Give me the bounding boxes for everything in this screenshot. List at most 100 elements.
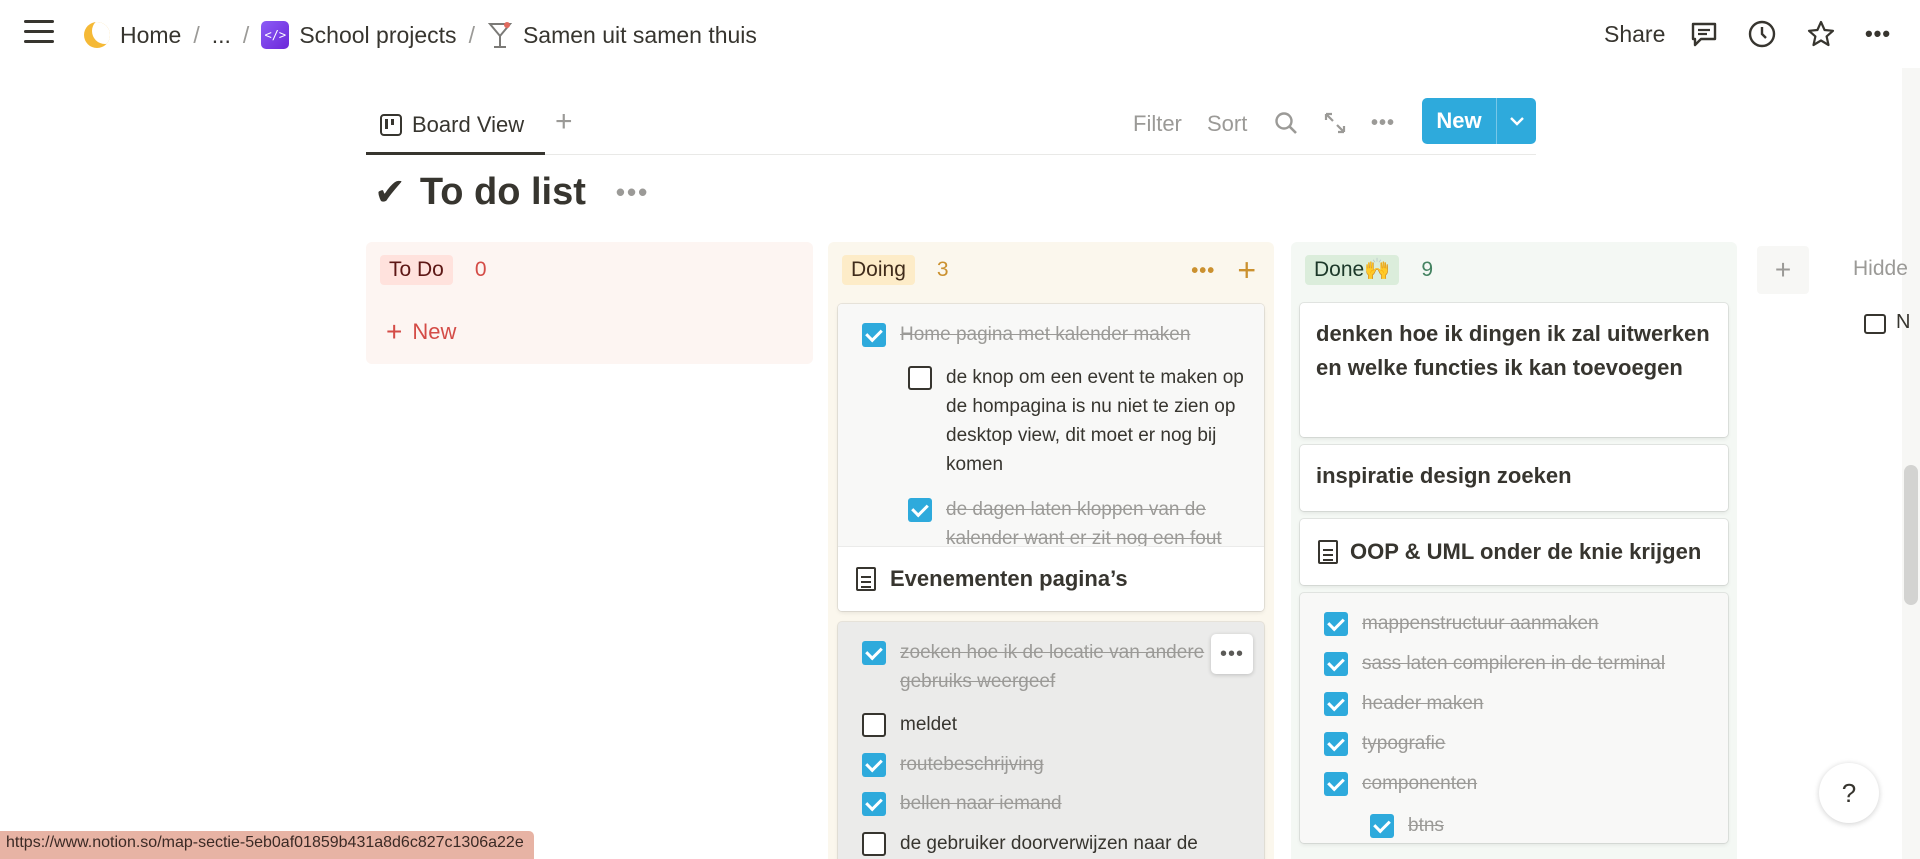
column-doing: Doing 3 ••• + Home pagina met kalender m… <box>828 242 1274 859</box>
column-todo: To Do 0 + New <box>366 242 813 364</box>
share-button[interactable]: Share <box>1604 21 1665 48</box>
breadcrumb-ellipsis[interactable]: ... <box>208 20 235 51</box>
column-todo-new-button[interactable]: + New <box>386 316 456 348</box>
checkmark-icon: ✔ <box>374 172 406 214</box>
column-doing-tools: ••• + <box>1191 252 1256 289</box>
breadcrumb-school-label: School projects <box>299 21 457 48</box>
checkbox[interactable] <box>862 753 886 777</box>
card-evenementen[interactable]: Home pagina met kalender maken de knop o… <box>838 304 1264 611</box>
checklist-item-text: de gebruiker doorverwijzen naar de <box>900 833 1198 854</box>
checklist-item-text: de knop om een event te maken op de homp… <box>946 367 1244 475</box>
checkbox[interactable] <box>1324 652 1348 676</box>
page-title: ✔ To do list ••• <box>374 170 649 215</box>
checkbox[interactable] <box>862 713 886 737</box>
card-title: Evenementen pagina’s <box>890 566 1128 591</box>
column-doing-label[interactable]: Doing <box>842 255 915 285</box>
checklist-item-text: bellen naar iemand <box>900 793 1062 814</box>
checklist-item-text: Home pagina met kalender maken <box>900 324 1191 345</box>
checklist-item: sass laten compileren in de terminal <box>1324 649 1714 678</box>
column-done: Done🙌 9 denken hoe ik dingen ik zal uitw… <box>1291 242 1737 859</box>
checkbox[interactable] <box>1324 732 1348 756</box>
column-doing-count: 3 <box>936 258 949 281</box>
add-view-button[interactable]: + <box>555 105 573 139</box>
checkbox[interactable] <box>1324 692 1348 716</box>
checkbox[interactable] <box>1324 772 1348 796</box>
checklist-item-text: typografie <box>1362 733 1446 754</box>
checklist-item-text: routebeschrijving <box>900 754 1044 775</box>
checkbox[interactable] <box>1324 612 1348 636</box>
breadcrumb: Home / ... / </> School projects / Samen… <box>80 18 761 52</box>
checklist-item-text: zoeken hoe ik de locatie van andere gebr… <box>900 642 1205 692</box>
checkbox[interactable] <box>862 792 886 816</box>
column-todo-label[interactable]: To Do <box>380 255 453 285</box>
column-done-count: 9 <box>1421 258 1434 281</box>
card-oop-uml[interactable]: OOP & UML onder de knie krijgen <box>1300 519 1728 585</box>
checkbox[interactable] <box>908 498 932 522</box>
code-folder-icon: </> <box>261 21 290 49</box>
breadcrumb-page-label: Samen uit samen thuis <box>522 21 757 48</box>
checkbox[interactable] <box>908 366 932 390</box>
checklist-item-text: sass laten compileren in de terminal <box>1362 653 1666 674</box>
card-inspiratie[interactable]: inspiratie design zoeken <box>1300 445 1728 511</box>
hidden-groups-label: Hidde <box>1853 257 1908 280</box>
card-title: denken hoe ik dingen ik zal uitwerken en… <box>1316 321 1710 380</box>
page-scrollbar[interactable] <box>1902 68 1920 859</box>
expand-icon[interactable] <box>1322 110 1348 142</box>
card-map-sectie[interactable]: mappenstructuur aanmaken sass laten comp… <box>1300 593 1728 843</box>
column-done-label[interactable]: Done🙌 <box>1305 255 1400 285</box>
checklist-item-text: btns <box>1408 815 1444 836</box>
search-icon[interactable] <box>1273 110 1299 142</box>
chevron-down-icon[interactable] <box>1496 98 1536 144</box>
menu-icon[interactable] <box>24 20 54 48</box>
breadcrumb-separator: / <box>468 21 475 48</box>
new-button[interactable]: New <box>1422 98 1496 144</box>
card-title: OOP & UML onder de knie krijgen <box>1350 539 1702 564</box>
checklist-item: componenten <box>1324 769 1714 798</box>
filter-button[interactable]: Filter <box>1133 111 1182 137</box>
checkbox[interactable] <box>862 323 886 347</box>
checkbox[interactable] <box>1370 814 1394 838</box>
checklist-item-text: componenten <box>1362 773 1478 794</box>
page-title-text[interactable]: To do list <box>420 171 586 214</box>
cocktail-glass-icon <box>487 22 513 48</box>
document-icon <box>856 567 876 591</box>
star-icon[interactable] <box>1805 18 1837 50</box>
checklist-item: bellen naar iemand <box>862 789 1232 818</box>
inbox-icon <box>1864 314 1886 334</box>
breadcrumb-school-projects[interactable]: </> School projects <box>257 19 460 51</box>
clock-icon[interactable] <box>1746 18 1778 50</box>
checkbox[interactable] <box>862 641 886 665</box>
card-more-button[interactable]: ••• <box>1211 634 1253 674</box>
title-more-icon[interactable]: ••• <box>616 177 649 208</box>
add-group-button[interactable]: + <box>1757 246 1809 294</box>
view-bar: Board View + Filter Sort ••• <box>366 97 1536 155</box>
breadcrumb-home-label: Home <box>120 21 182 48</box>
sort-button[interactable]: Sort <box>1207 111 1247 137</box>
checklist-item: Home pagina met kalender maken <box>862 320 1252 349</box>
view-more-icon[interactable]: ••• <box>1371 112 1395 135</box>
tab-board-view[interactable]: Board View <box>366 97 545 155</box>
checklist-item: typografie <box>1324 729 1714 758</box>
card-denken[interactable]: denken hoe ik dingen ik zal uitwerken en… <box>1300 303 1728 437</box>
document-icon <box>1318 540 1338 564</box>
checklist-item: mappenstructuur aanmaken <box>1324 609 1714 638</box>
breadcrumb-current-page[interactable]: Samen uit samen thuis <box>483 18 761 52</box>
checklist-item: meldet <box>862 710 1232 739</box>
comment-icon[interactable] <box>1688 18 1720 50</box>
breadcrumb-home[interactable]: Home <box>80 20 185 51</box>
more-options-icon[interactable]: ••• <box>1862 18 1894 50</box>
card-locatie[interactable]: zoeken hoe ik de locatie van andere gebr… <box>838 622 1264 859</box>
breadcrumb-separator: / <box>193 21 200 48</box>
column-add-icon[interactable]: + <box>1237 252 1256 289</box>
page-scrollbar-thumb[interactable] <box>1904 465 1918 605</box>
column-more-icon[interactable]: ••• <box>1191 256 1215 289</box>
checklist-item: de dagen laten kloppen van de kalender w… <box>908 495 1253 553</box>
board-icon <box>380 113 402 136</box>
checkbox[interactable] <box>862 832 886 856</box>
checklist-item-text: meldet <box>900 714 958 735</box>
plus-icon: + <box>386 316 403 347</box>
help-button[interactable]: ? <box>1819 763 1879 823</box>
breadcrumb-separator: / <box>242 21 250 48</box>
new-button-group: New <box>1422 98 1536 144</box>
hidden-group-item[interactable]: N <box>1896 311 1910 334</box>
